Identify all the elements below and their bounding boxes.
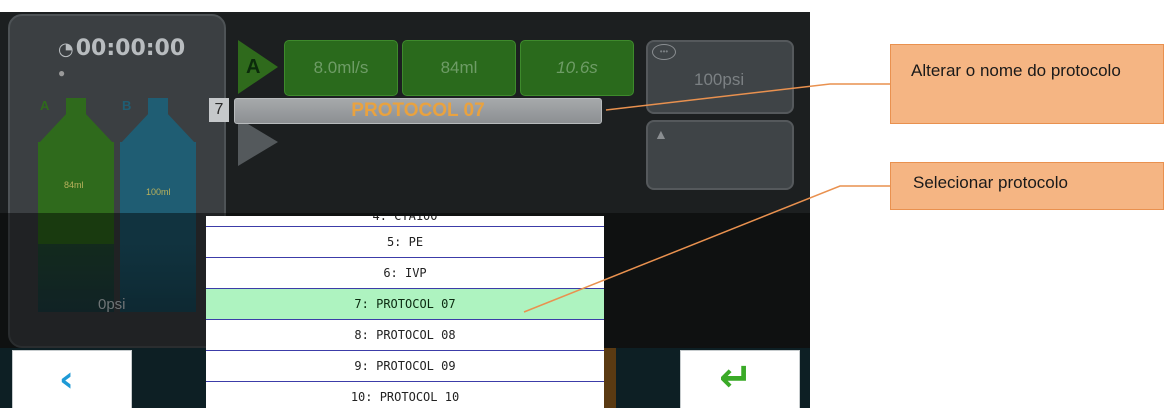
volume-field[interactable]: 84ml bbox=[402, 40, 516, 96]
list-item[interactable]: 8: PROTOCOL 08 bbox=[206, 320, 604, 351]
protocol-number: 7 bbox=[209, 98, 229, 122]
enter-arrow-icon: ↵ bbox=[719, 355, 753, 401]
pressure-limit-value: 100psi bbox=[694, 70, 745, 89]
list-item[interactable]: 9: PROTOCOL 09 bbox=[206, 351, 604, 382]
chevron-left-icon: ‹ bbox=[59, 359, 74, 400]
kvo-button[interactable]: ▲ bbox=[646, 120, 794, 190]
phase-a-letter: A bbox=[246, 56, 261, 78]
timer-value: 00:00:00 bbox=[75, 36, 186, 61]
list-item[interactable]: 6: IVP bbox=[206, 258, 604, 289]
kvo-icon: ▲ bbox=[654, 126, 668, 142]
protocol-name-field[interactable]: PROTOCOL 07 bbox=[234, 98, 602, 124]
list-item[interactable]: 10: PROTOCOL 10 bbox=[206, 382, 604, 408]
duration-field[interactable]: 10.6s bbox=[520, 40, 634, 96]
pressure-limit-button[interactable]: ••• 100psi bbox=[646, 40, 794, 114]
phase-empty-indicator[interactable] bbox=[238, 118, 278, 166]
syringe-b-volume: 100ml bbox=[146, 187, 171, 197]
injection-timer: ◔00:00:00 bbox=[58, 36, 185, 61]
list-item[interactable]: 5: PE bbox=[206, 227, 604, 258]
callout-select-protocol: Selecionar protocolo bbox=[890, 162, 1164, 210]
back-button[interactable]: ‹ bbox=[12, 350, 132, 408]
injector-screen: ◔00:00:00 ● A B 84ml 100ml A 8.0ml/s 84m… bbox=[0, 0, 810, 408]
pressure-readout: 0psi bbox=[98, 296, 126, 313]
callout-rename-protocol: Alterar o nome do protocolo bbox=[890, 44, 1164, 124]
patient-icon: ● bbox=[58, 66, 66, 80]
top-margin bbox=[0, 0, 810, 12]
bottom-strip bbox=[604, 348, 616, 408]
confirm-button[interactable]: ↵ bbox=[680, 350, 800, 408]
syringe-a-volume: 84ml bbox=[64, 180, 84, 190]
pressure-icon: ••• bbox=[652, 44, 676, 60]
flow-rate-field[interactable]: 8.0ml/s bbox=[284, 40, 398, 96]
protocol-list[interactable]: 4: CTA100 5: PE 6: IVP 7: PROTOCOL 07 8:… bbox=[206, 216, 604, 408]
clock-icon: ◔ bbox=[58, 39, 74, 60]
list-item-selected[interactable]: 7: PROTOCOL 07 bbox=[206, 289, 604, 320]
list-item[interactable]: 4: CTA100 bbox=[206, 216, 604, 227]
